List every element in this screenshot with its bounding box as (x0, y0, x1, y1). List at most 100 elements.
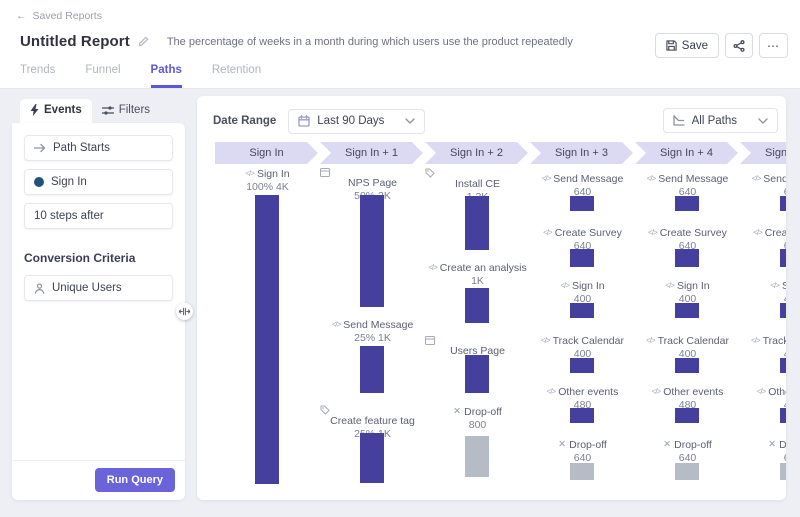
event-node-label: </>Sign In100% 4K (215, 167, 320, 194)
flow-bar[interactable] (780, 358, 786, 373)
sidebar-tab-events[interactable]: Events (20, 99, 92, 123)
chevron-down-icon (405, 118, 415, 124)
flow-bar[interactable] (465, 196, 489, 250)
user-icon (34, 283, 45, 294)
event-name: Drop-off (464, 406, 502, 418)
tab-trends[interactable]: Trends (20, 64, 55, 88)
edit-title-icon[interactable] (138, 36, 149, 47)
flow-bar[interactable] (570, 358, 594, 373)
event-name: Track Calendar (658, 335, 729, 347)
path-chart-icon (673, 115, 685, 126)
event-name: Track Calendar (553, 335, 624, 347)
code-event-icon: </> (543, 228, 552, 237)
event-node-label: </>Track Calendar400 (740, 334, 786, 361)
steps-after-item[interactable]: 10 steps after (24, 203, 173, 229)
dropoff-bar[interactable] (675, 463, 699, 480)
event-node-label: </>Sign In400 (530, 279, 635, 306)
top-header: ← Saved Reports Untitled Report The perc… (0, 0, 800, 89)
event-name: Other events (558, 386, 618, 398)
flow-bar[interactable] (255, 195, 279, 484)
query-sidebar: Path Starts Sign In 10 steps after Conve… (12, 123, 185, 500)
sidebar-footer: Run Query (12, 460, 185, 500)
flow-bar[interactable] (675, 408, 699, 423)
run-query-button[interactable]: Run Query (95, 468, 175, 492)
flow-bar[interactable] (360, 195, 384, 307)
code-event-icon: </> (332, 320, 341, 329)
flow-bar[interactable] (675, 249, 699, 267)
code-event-icon: </> (560, 281, 569, 290)
flow-bar[interactable] (780, 408, 786, 423)
page-event-icon (425, 336, 435, 345)
event-node-label: </>Send Message640 (635, 172, 740, 199)
flow-bar[interactable] (360, 433, 384, 483)
event-node-label: </>Sign In400 (740, 279, 786, 306)
event-name: Other events (663, 386, 723, 398)
flow-bar[interactable] (675, 196, 699, 211)
event-node-label: </>Track Calendar400 (635, 334, 740, 361)
sidebar-tab-filters[interactable]: Filters (92, 99, 160, 123)
paths-filter-dropdown[interactable]: All Paths (663, 108, 778, 133)
code-event-icon: </> (757, 387, 766, 396)
share-button[interactable] (725, 33, 753, 58)
report-description: The percentage of weeks in a month durin… (167, 36, 573, 48)
flow-bar[interactable] (570, 249, 594, 267)
code-event-icon: </> (753, 228, 762, 237)
event-value: 25% 1K (320, 332, 425, 345)
flow-bar[interactable] (675, 358, 699, 373)
save-icon (666, 40, 677, 51)
event-item-sign-in[interactable]: Sign In (24, 169, 173, 195)
code-event-icon: </> (652, 387, 661, 396)
code-event-icon: </> (547, 387, 556, 396)
tab-retention[interactable]: Retention (212, 64, 261, 88)
event-node-label: </>Send Message25% 1K (320, 318, 425, 345)
dropoff-bar[interactable] (780, 463, 786, 480)
date-range-dropdown[interactable]: Last 90 Days (288, 109, 425, 134)
flow-bar[interactable] (570, 408, 594, 423)
back-link[interactable]: ← Saved Reports (16, 10, 102, 22)
page-event-icon (320, 168, 330, 177)
flow-bar[interactable] (675, 303, 699, 318)
flow-bar[interactable] (570, 196, 594, 211)
tab-paths[interactable]: Paths (151, 64, 182, 88)
event-value: 800 (425, 419, 530, 432)
flow-bar[interactable] (465, 355, 489, 393)
event-name: Create Survey (555, 227, 622, 239)
event-node-label: </>Track Calendar400 (530, 334, 635, 361)
event-name: Create Survey (660, 227, 727, 239)
tab-funnel[interactable]: Funnel (85, 64, 120, 88)
sidebar-tabs: Events Filters (20, 99, 160, 123)
sidebar-resize-handle[interactable] (176, 303, 193, 320)
flow-bar[interactable] (780, 249, 786, 267)
flow-bar[interactable] (780, 196, 786, 211)
path-starts-item[interactable]: Path Starts (24, 135, 173, 161)
dropoff-bar[interactable] (570, 463, 594, 480)
code-event-icon: </> (428, 263, 437, 272)
save-button[interactable]: Save (655, 33, 719, 58)
code-event-icon: </> (245, 169, 254, 178)
report-tabs: Trends Funnel Paths Retention (20, 64, 261, 88)
more-button[interactable]: ⋯ (759, 33, 788, 58)
calendar-icon (298, 115, 310, 127)
code-event-icon: </> (542, 174, 551, 183)
event-node-label: </>Send Message640 (530, 172, 635, 199)
dropoff-bar[interactable] (465, 436, 489, 477)
event-value: 100% 4K (215, 181, 320, 194)
flow-bar[interactable] (360, 346, 384, 393)
code-event-icon: </> (752, 174, 761, 183)
dropoff-icon: ✕ (663, 439, 671, 450)
path-step-header: Sign In + 4 (635, 142, 738, 164)
filters-icon (102, 105, 114, 116)
unique-users-item[interactable]: Unique Users (24, 275, 173, 301)
event-node-label: </>Create an analysis1K (425, 261, 530, 288)
resize-arrows-icon (179, 307, 190, 316)
flow-bar[interactable] (465, 288, 489, 323)
flow-bar[interactable] (570, 303, 594, 318)
code-event-icon: </> (770, 281, 779, 290)
event-name: Sign In (257, 168, 290, 180)
path-step-header: Sign In + 5 (740, 142, 786, 164)
back-arrow-icon: ← (16, 10, 27, 22)
flow-bar[interactable] (780, 303, 786, 318)
event-name: NPS Page (348, 177, 397, 189)
event-node-label: ✕Drop-off640 (530, 438, 635, 465)
code-event-icon: </> (648, 228, 657, 237)
